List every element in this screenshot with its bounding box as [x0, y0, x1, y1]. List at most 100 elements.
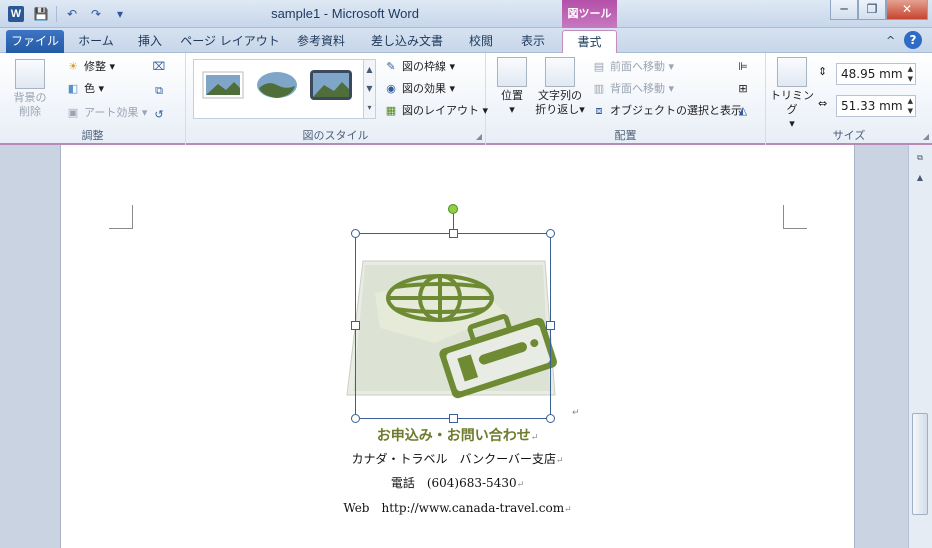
- tab-mailings[interactable]: 差し込み文書: [360, 30, 454, 53]
- size-dialog-launcher-icon[interactable]: ◢: [923, 132, 929, 141]
- send-backward-icon: ▥: [593, 82, 605, 95]
- web-address: Web http://www.canada-travel.com: [343, 501, 565, 515]
- sun-icon: ☀: [68, 60, 78, 73]
- scroll-up-icon[interactable]: ▲: [912, 171, 928, 185]
- close-button[interactable]: ✕: [886, 0, 928, 20]
- resize-handle-left[interactable]: [351, 321, 360, 330]
- shape-width-input[interactable]: 51.33 mm ▲ ▼: [836, 95, 916, 117]
- picture-layout-icon: ▦: [385, 104, 397, 117]
- style-thumb-soft-edge-oval[interactable]: [254, 68, 300, 102]
- branch-line[interactable]: カナダ・トラベル バンクーバー支店↵: [60, 450, 855, 467]
- gallery-up-icon[interactable]: ▲: [364, 60, 375, 79]
- style-thumb-simple-frame[interactable]: [200, 68, 246, 102]
- wrap-text-label-1: 文字列の: [538, 89, 582, 102]
- selection-pane-icon: ⧈: [595, 104, 603, 117]
- wrap-text-label-2: 折り返し▾: [535, 103, 585, 116]
- paragraph-mark: ↵: [555, 456, 564, 466]
- ribbon: 背景の 削除 ☀ 修整 ▾ ◧ 色 ▾ ▣ アート効果 ▾ ⌧ ⧉ ↺ 調整 図…: [0, 53, 932, 145]
- collapse-ribbon-icon[interactable]: ^: [886, 34, 895, 47]
- resize-handle-top[interactable]: [449, 229, 458, 238]
- change-picture-button[interactable]: ⧉: [152, 81, 166, 101]
- bring-forward-button[interactable]: ▤ 前面へ移動 ▾: [592, 57, 674, 77]
- dialog-launcher-icon[interactable]: ◢: [476, 132, 482, 141]
- group-adjust: 背景の 削除 ☀ 修整 ▾ ◧ 色 ▾ ▣ アート効果 ▾ ⌧ ⧉ ↺ 調整: [0, 53, 186, 145]
- style-thumb-metal-frame[interactable]: [308, 68, 354, 102]
- resize-handle-top-right[interactable]: [546, 229, 555, 238]
- group-arrange: 位置 ▾ 文字列の 折り返し▾ ▤ 前面へ移動 ▾ ▥ 背面へ移動 ▾ ⧈ オブジ…: [486, 53, 766, 145]
- group-label-picture-styles: 図のスタイル: [302, 129, 369, 142]
- artistic-effects-button[interactable]: ▣ アート効果 ▾: [66, 103, 148, 123]
- corrections-button[interactable]: ☀ 修整 ▾: [66, 57, 115, 77]
- resize-handle-top-left[interactable]: [351, 229, 360, 238]
- height-spin-arrows[interactable]: ▲ ▼: [908, 64, 913, 84]
- gallery-down-icon[interactable]: ▼: [364, 79, 375, 98]
- wrap-text-icon: [545, 57, 575, 87]
- paragraph-mark: ↵: [572, 408, 580, 418]
- group-objects-button[interactable]: ⊞: [736, 79, 750, 99]
- ruler-toggle-icon[interactable]: ⧉: [912, 151, 928, 165]
- resize-handle-bottom-left[interactable]: [351, 414, 360, 423]
- shape-height-input[interactable]: 48.95 mm ▲ ▼: [836, 63, 916, 85]
- margin-corner-left: [109, 205, 133, 229]
- color-button[interactable]: ◧ 色 ▾: [66, 79, 104, 99]
- picture-border-button[interactable]: ✎ 図の枠線 ▾: [384, 57, 455, 77]
- rotation-handle[interactable]: [448, 204, 458, 214]
- contact-heading-line[interactable]: お申込み・お問い合わせ↵: [60, 425, 855, 445]
- picture-effects-button[interactable]: ◉ 図の効果 ▾: [384, 79, 455, 99]
- remove-background-button[interactable]: 背景の 削除: [8, 59, 52, 119]
- picture-style-gallery: ▲ ▼ ▾: [193, 59, 376, 119]
- color-icon: ◧: [67, 82, 79, 95]
- tab-insert[interactable]: 挿入: [126, 30, 174, 53]
- tab-format[interactable]: 書式: [562, 30, 617, 54]
- align-button[interactable]: ⊫: [736, 57, 750, 77]
- gallery-scroll[interactable]: ▲ ▼ ▾: [363, 60, 375, 118]
- tab-page-layout[interactable]: ページ レイアウト: [178, 30, 282, 53]
- picture-layout-label: 図のレイアウト ▾: [402, 104, 489, 117]
- rotate-button[interactable]: ◭: [736, 101, 750, 121]
- crop-button[interactable]: トリミング ▾: [770, 57, 814, 131]
- help-icon[interactable]: ?: [904, 31, 922, 49]
- selection-pane-label: オブジェクトの選択と表示: [610, 104, 742, 117]
- shape-width-value: 51.33 mm: [841, 99, 903, 113]
- resize-handle-bottom[interactable]: [449, 414, 458, 423]
- send-backward-label: 背面へ移動 ▾: [610, 82, 675, 95]
- scrollbar-thumb[interactable]: [912, 413, 928, 515]
- compress-pictures-button[interactable]: ⌧: [152, 57, 166, 77]
- tab-review[interactable]: 校閲: [458, 30, 504, 53]
- picture-layout-button[interactable]: ▦ 図のレイアウト ▾: [384, 101, 488, 121]
- group-label-arrange: 配置: [614, 129, 637, 142]
- phone-line[interactable]: 電話 (604)683-5430↵: [60, 474, 855, 491]
- tab-file[interactable]: ファイル: [6, 30, 64, 53]
- paragraph-mark: ↵: [530, 433, 539, 443]
- minimize-button[interactable]: ─: [830, 0, 858, 20]
- corrections-label: 修整 ▾: [84, 60, 116, 73]
- compress-icon: ⌧: [152, 60, 166, 73]
- resize-handle-right[interactable]: [546, 321, 555, 330]
- gallery-more-icon[interactable]: ▾: [364, 98, 375, 117]
- picture-effects-label: 図の効果 ▾: [402, 82, 456, 95]
- reset-picture-icon: ↺: [154, 108, 164, 121]
- tab-home[interactable]: ホーム: [68, 30, 124, 53]
- width-spin-arrows[interactable]: ▲ ▼: [908, 96, 913, 116]
- width-icon: ⇔: [818, 97, 828, 110]
- send-backward-button[interactable]: ▥ 背面へ移動 ▾: [592, 79, 674, 99]
- tab-view[interactable]: 表示: [508, 30, 558, 53]
- position-button[interactable]: 位置 ▾: [494, 57, 530, 117]
- vertical-scrollbar[interactable]: ⧉ ▲: [908, 145, 932, 548]
- wrap-text-button[interactable]: 文字列の 折り返し▾: [534, 57, 586, 117]
- picture-border-icon: ✎: [386, 60, 396, 73]
- tab-references[interactable]: 参考資料: [286, 30, 356, 53]
- group-label-size: サイズ: [832, 129, 866, 142]
- remove-background-icon: [15, 59, 45, 89]
- contact-heading: お申込み・お問い合わせ: [376, 428, 531, 444]
- selection-pane-button[interactable]: ⧈ オブジェクトの選択と表示: [592, 101, 743, 121]
- restore-button[interactable]: ❐: [858, 0, 886, 20]
- web-line[interactable]: Web http://www.canada-travel.com↵: [60, 499, 855, 516]
- position-label: 位置: [501, 89, 523, 102]
- picture-effects-icon: ◉: [386, 82, 396, 95]
- resize-handle-bottom-right[interactable]: [546, 414, 555, 423]
- reset-picture-button[interactable]: ↺: [152, 105, 166, 125]
- position-icon: [497, 57, 527, 87]
- group-label-adjust: 調整: [81, 129, 104, 142]
- title-bar: W 💾 ↶ ↷ ▾ sample1 - Microsoft Word 図ツール …: [0, 0, 932, 28]
